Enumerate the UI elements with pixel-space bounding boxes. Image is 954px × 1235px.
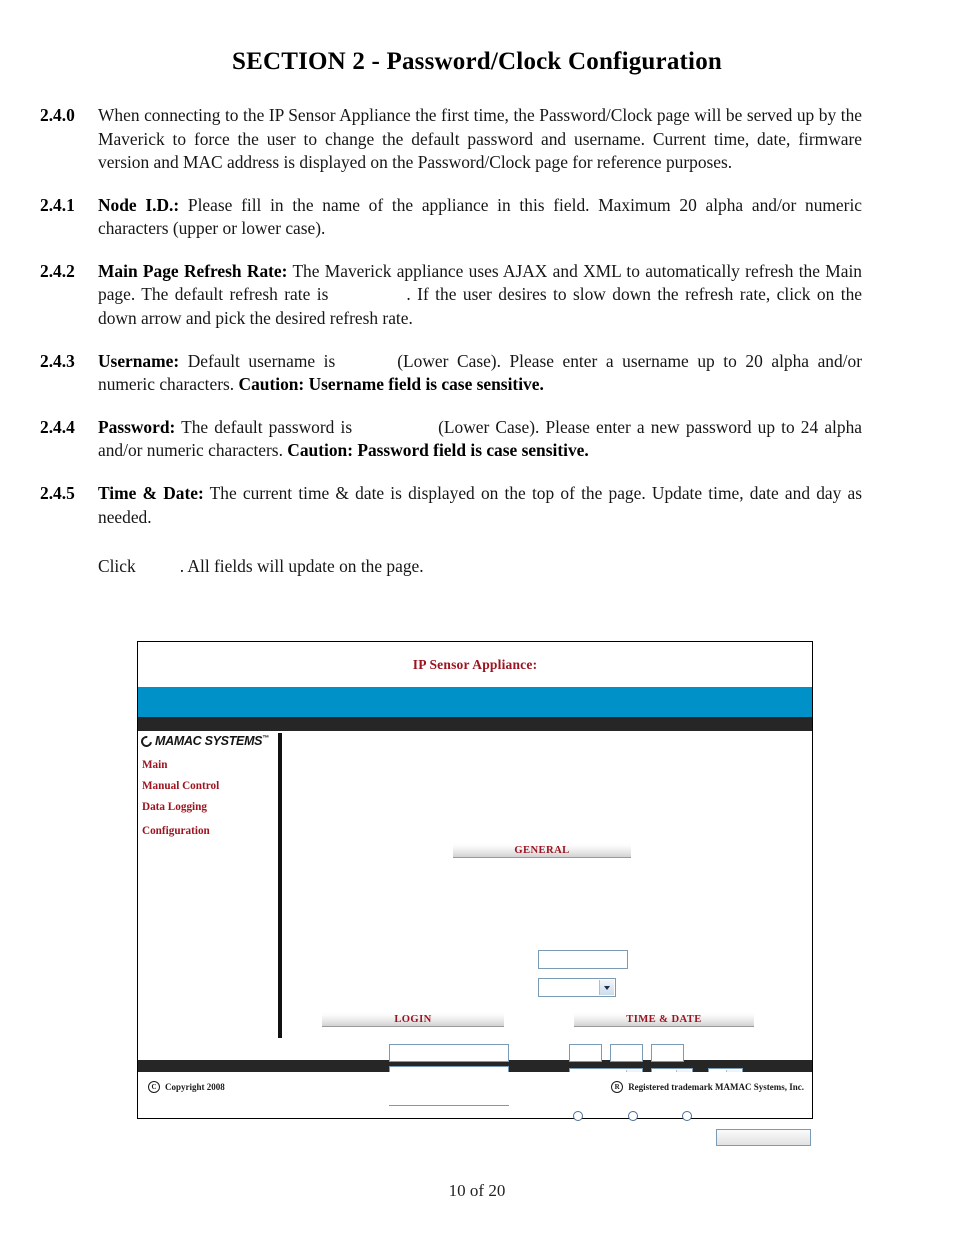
node-id-input[interactable]	[538, 950, 628, 969]
paragraph-caution: Caution: Password field is case sensitiv…	[287, 440, 589, 461]
paragraph-lead: Main Page Refresh Rate:	[98, 260, 288, 281]
mamac-swirl-icon	[138, 733, 155, 749]
copyright-notice: C Copyright 2008	[148, 1081, 225, 1093]
appliance-cyan-banner	[138, 687, 812, 717]
paragraph-number: 2.4.2	[40, 260, 75, 281]
appliance-content-area: MAMAC SYSTEMS™ Main Manual Control Data …	[138, 731, 812, 1146]
paragraph-2-4-0: 2.4.0 When connecting to the IP Sensor A…	[40, 104, 862, 175]
radio-button-7[interactable]	[682, 1111, 692, 1121]
page-number: 10 of 20	[448, 1181, 506, 1200]
section-header-general-label: GENERAL	[514, 844, 570, 856]
appliance-screenshot-embed: IP Sensor Appliance: MAMAC SYSTEMS™ Main…	[137, 641, 813, 1146]
paragraph-number: 2.4.3	[40, 350, 75, 371]
copyright-text: Copyright 2008	[165, 1082, 225, 1092]
paragraph-text: Default username is	[187, 350, 336, 371]
click-text-after: . All fields will update on the page.	[179, 556, 424, 577]
radio-button-5[interactable]	[573, 1111, 583, 1121]
paragraph-text: The default password is	[181, 416, 353, 437]
login-input-1[interactable]	[389, 1044, 509, 1062]
section-header-login: LOGIN	[322, 1012, 504, 1027]
page-title: SECTION 2 - Password/Clock Configuration	[232, 48, 722, 75]
paragraph-text: When connecting to the IP Sensor Applian…	[98, 105, 862, 173]
mamac-logo: MAMAC SYSTEMS™	[138, 733, 269, 749]
paragraph-2-4-4: 2.4.4 Password: The default password is(…	[40, 416, 862, 463]
trademark-text: Registered trademark MAMAC Systems, Inc.	[628, 1082, 804, 1092]
trademark-symbol: ™	[262, 734, 269, 742]
paragraph-2-4-2: 2.4.2 Main Page Refresh Rate: The Maveri…	[40, 260, 862, 331]
sidebar-item-data-logging[interactable]: Data Logging	[142, 801, 272, 813]
mamac-logo-text: MAMAC SYSTEMS™	[155, 734, 269, 748]
appliance-nav: Main Manual Control Data Logging Configu…	[142, 759, 272, 846]
paragraph-lead: Username:	[98, 350, 180, 371]
paragraph-number: 2.4.1	[40, 194, 75, 215]
sidebar-divider	[278, 733, 282, 1038]
mamac-logo-wordmark: MAMAC SYSTEMS	[155, 734, 263, 748]
sidebar-item-manual-control[interactable]: Manual Control	[142, 780, 272, 792]
paragraph-number: 2.4.0	[40, 105, 75, 125]
paragraph-text: Please fill in the name of the appliance…	[98, 194, 862, 239]
refresh-rate-dropdown[interactable]	[538, 978, 616, 997]
time-second-input[interactable]	[651, 1044, 684, 1062]
paragraph-lead: Time & Date:	[98, 482, 204, 503]
time-hour-input[interactable]	[569, 1044, 602, 1062]
copyright-icon: C	[148, 1081, 160, 1093]
appliance-footer: C Copyright 2008 R Registered trademark …	[138, 1072, 812, 1105]
paragraph-lead: Password:	[98, 416, 176, 437]
document-body: 2.4.0 When connecting to the IP Sensor A…	[40, 104, 862, 579]
submit-button[interactable]	[716, 1129, 811, 1146]
paragraph-number: 2.4.4	[40, 416, 75, 437]
paragraph-2-4-3: 2.4.3 Username: Default username is (Lowe…	[40, 350, 862, 397]
section-header-time-date-label: TIME & DATE	[626, 1013, 702, 1025]
appliance-dark-banner	[138, 717, 812, 731]
appliance-header-title: IP Sensor Appliance:	[412, 656, 538, 672]
registered-trademark-icon: R	[611, 1081, 624, 1093]
paragraph-text: The current time & date is displayed on …	[98, 482, 862, 527]
appliance-header: IP Sensor Appliance:	[138, 642, 812, 687]
paragraph-number: 2.4.5	[40, 482, 75, 503]
click-instruction-line: Click . All fields will update on the pag…	[40, 555, 862, 579]
sidebar-item-main[interactable]: Main	[142, 759, 272, 771]
section-header-general: GENERAL	[453, 843, 631, 858]
paragraph-2-4-1: 2.4.1 Node I.D.: Please fill in the name…	[40, 194, 862, 241]
trademark-notice: R Registered trademark MAMAC Systems, In…	[611, 1081, 804, 1093]
chevron-down-icon[interactable]	[599, 980, 614, 995]
time-minute-input[interactable]	[610, 1044, 643, 1062]
paragraph-caution: Caution: Username field is case sensitiv…	[238, 374, 544, 395]
click-text-before: Click	[98, 556, 136, 577]
paragraph-2-4-5: 2.4.5 Time & Date: The current time & da…	[40, 482, 862, 529]
paragraph-lead: Node I.D.:	[98, 194, 180, 215]
radio-button-6[interactable]	[628, 1111, 638, 1121]
appliance-sidebar: MAMAC SYSTEMS™ Main Manual Control Data …	[138, 731, 279, 1060]
section-header-time-date: TIME & DATE	[574, 1012, 754, 1027]
section-header-login-label: LOGIN	[394, 1013, 432, 1025]
sidebar-item-configuration[interactable]: Configuration	[142, 825, 272, 837]
